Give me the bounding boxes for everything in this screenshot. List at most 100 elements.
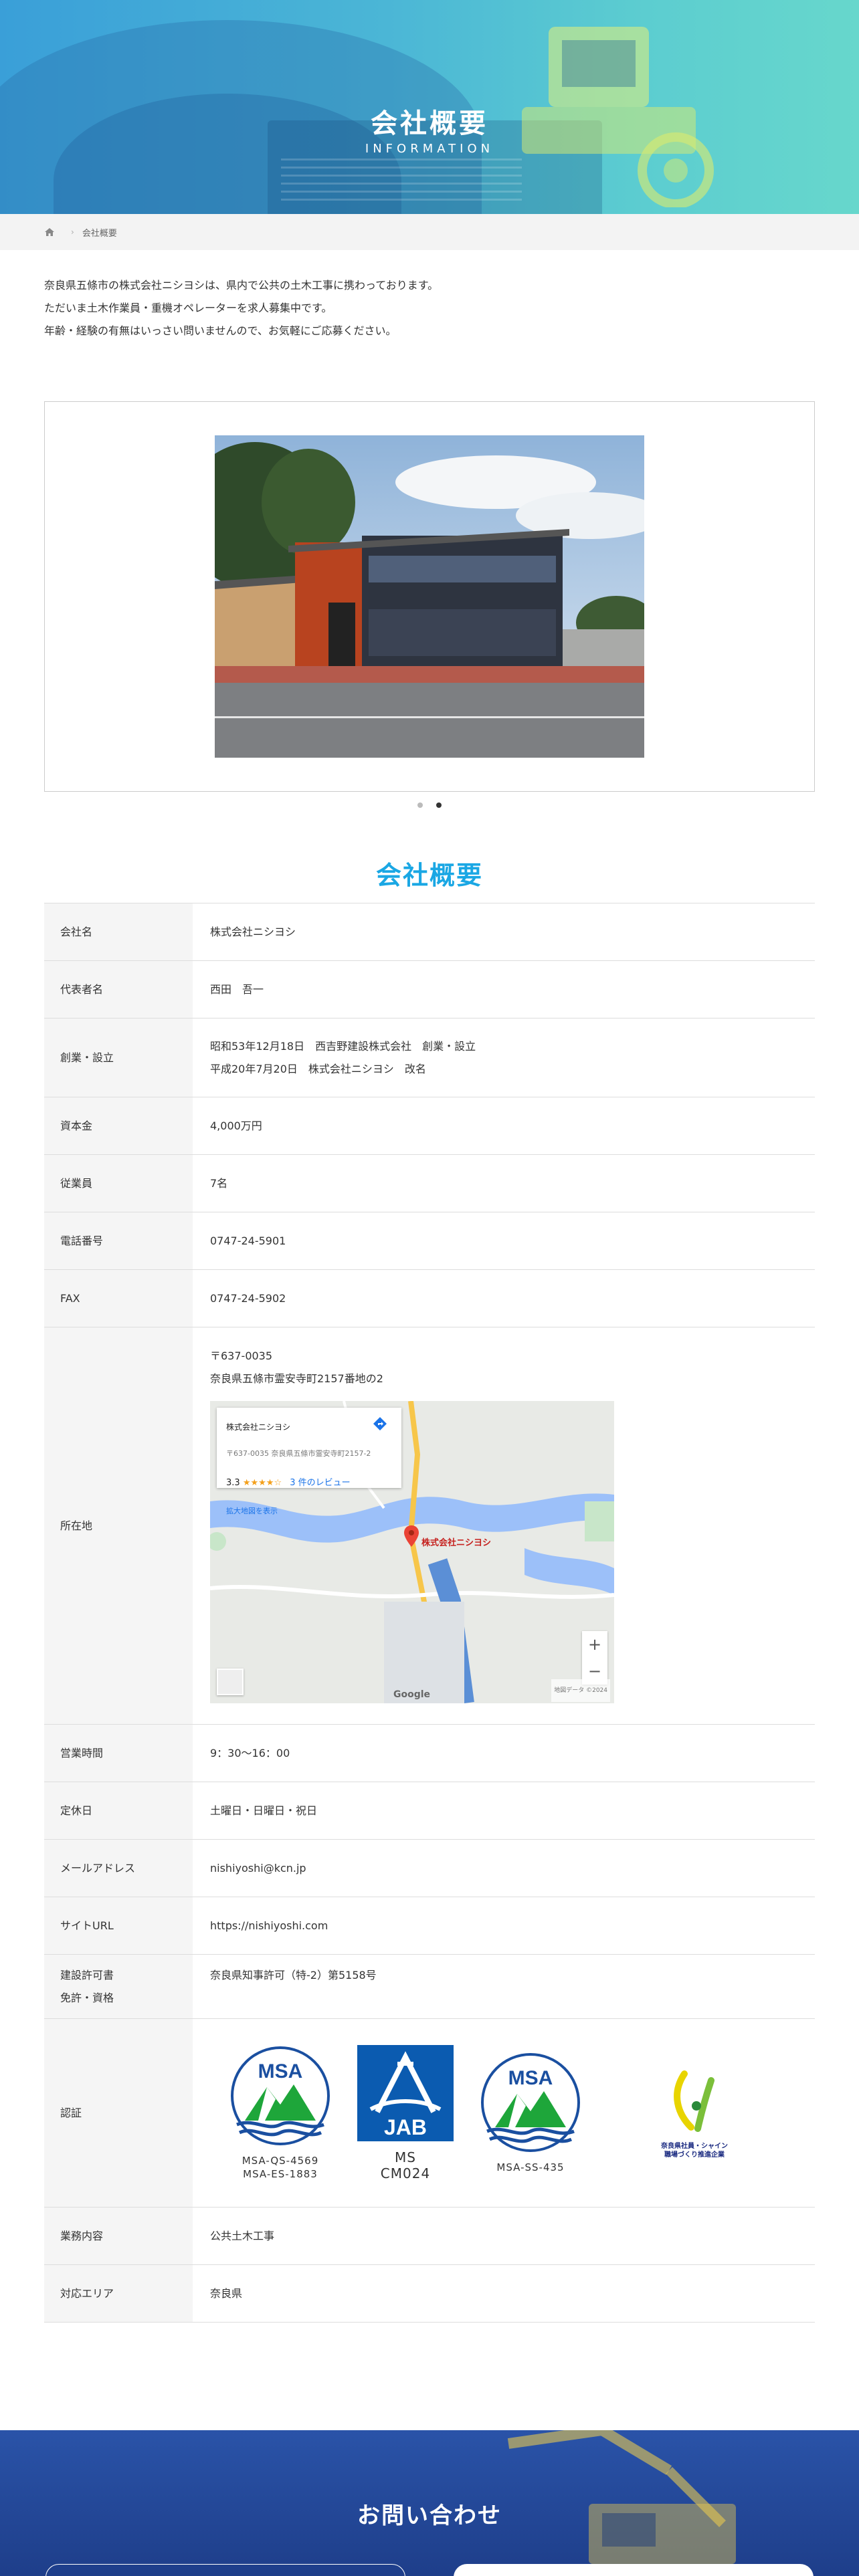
address-line: 奈良県五條市霊安寺町2157番地の2 — [210, 1372, 383, 1385]
hero-banner: 会社概要 INFORMATION — [0, 0, 859, 214]
cert-caption: MSA-SS-435 — [496, 2161, 565, 2173]
contact-section: お問い合わせ — [0, 2430, 859, 2576]
map-card-name: 株式会社ニシヨシ — [226, 1422, 291, 1432]
msa-logo-icon: MSA — [231, 2046, 330, 2145]
contact-form-button[interactable] — [454, 2564, 814, 2576]
msa-logo-text: MSA — [258, 2060, 303, 2082]
table-row: 代表者名 西田 吾一 — [44, 961, 815, 1018]
rating-stars-icon: ★★★★☆ — [242, 1478, 282, 1488]
intro-line: ただいま土木作業員・重機オペレーターを求人募集中です。 — [44, 302, 332, 314]
row-value: 9：30〜16：00 — [210, 1746, 290, 1759]
intro-line: 奈良県五條市の株式会社ニシヨシは、県内で公共の土木工事に携わっております。 — [44, 279, 439, 292]
row-label: 業務内容 — [44, 2208, 193, 2264]
row-label: 電話番号 — [44, 1212, 193, 1269]
map-pin-icon[interactable] — [404, 1525, 419, 1547]
row-value: 株式会社ニシヨシ — [210, 925, 296, 938]
hero-roller-stripes — [281, 154, 522, 201]
msa-cert-1: MSA MSA-QS-4569 MSA-ES-1883 — [230, 2046, 330, 2181]
contact-title: お問い合わせ — [357, 2502, 502, 2529]
office-building-photo — [215, 435, 644, 758]
row-value: 4,000万円 — [210, 1119, 262, 1132]
table-row: 認証 MSA MSA-QS-4569 MSA-ES-1883 JAB MS CM… — [44, 2019, 815, 2208]
table-row: 対応エリア 奈良県 — [44, 2265, 815, 2323]
larger-map-link[interactable]: 拡大地図を表示 — [226, 1500, 392, 1523]
zoom-in-button[interactable]: + — [588, 1633, 601, 1656]
cert-caption: MS — [395, 2149, 416, 2165]
table-row: メールアドレス nishiyoshi@kcn.jp — [44, 1840, 815, 1897]
founded-line: 平成20年7月20日 株式会社ニシヨシ 改名 — [210, 1062, 426, 1075]
table-row: 業務内容 公共土木工事 — [44, 2208, 815, 2265]
row-value: 0747-24-5902 — [210, 1291, 286, 1305]
slider-dot-active[interactable] — [436, 802, 442, 808]
cert-caption: 職場づくり推進企業 — [664, 2151, 725, 2159]
table-row: 電話番号 0747-24-5901 — [44, 1212, 815, 1270]
row-value: 公共土木工事 — [210, 2229, 275, 2242]
map-zoom-controls: + − — [582, 1631, 607, 1685]
rating-value: 3.3 — [226, 1478, 240, 1488]
page-subtitle: INFORMATION — [365, 142, 494, 156]
row-label: サイトURL — [44, 1897, 193, 1954]
msa-logo-icon: MSA — [481, 2052, 580, 2152]
phone-value[interactable]: 0747-24-5901 — [193, 1212, 815, 1269]
page-title: 会社概要 — [371, 108, 488, 139]
map-card-rating: 3.3 ★★★★☆ 3 件のレビュー — [226, 1472, 392, 1495]
row-label: 対応エリア — [44, 2265, 193, 2322]
home-icon[interactable] — [44, 227, 55, 237]
row-label: 会社名 — [44, 903, 193, 960]
row-label: 定休日 — [44, 1782, 193, 1839]
shine-logo-icon — [674, 2070, 714, 2132]
office-building-image — [215, 435, 644, 758]
intro-line: 年齢・経験の有無はいっさい問いませんので、お気軽にご応募ください。 — [44, 324, 397, 337]
row-label: FAX — [44, 1270, 193, 1327]
intro-text: 奈良県五條市の株式会社ニシヨシは、県内で公共の土木工事に携わっております。 ただ… — [44, 274, 814, 342]
review-count-link[interactable]: 3 件のレビュー — [290, 1478, 350, 1488]
contact-phone-button[interactable] — [45, 2564, 405, 2576]
row-label: 創業・設立 — [44, 1018, 193, 1097]
row-label: 営業時間 — [44, 1725, 193, 1782]
row-label: 資本金 — [44, 1097, 193, 1154]
table-row: FAX 0747-24-5902 — [44, 1270, 815, 1327]
site-url-value[interactable]: https://nishiyoshi.com — [193, 1897, 815, 1954]
row-label-line: 免許・資格 — [60, 1992, 114, 2004]
photo-slider[interactable] — [44, 401, 815, 792]
table-row: 従業員 7名 — [44, 1155, 815, 1212]
company-info-table: 会社名 株式会社ニシヨシ 代表者名 西田 吾一 創業・設立 昭和53年12月18… — [44, 903, 815, 2323]
directions-icon[interactable] — [372, 1416, 388, 1432]
row-value: 奈良県知事許可（特-2）第5158号 — [210, 1969, 377, 1981]
row-value: 〒637-0035 奈良県五條市霊安寺町2157番地の2 株式会社ニシヨシ 株式… — [193, 1327, 815, 1724]
chevron-right-icon: › — [71, 227, 74, 237]
table-row: 定休日 土曜日・日曜日・祝日 — [44, 1782, 815, 1840]
row-value: 7名 — [210, 1176, 228, 1190]
slider-dot[interactable] — [417, 802, 423, 808]
map-card-address: 〒637-0035 奈良県五條市霊安寺町2157-2 — [226, 1449, 371, 1458]
row-label: メールアドレス — [44, 1840, 193, 1897]
google-map[interactable]: 株式会社ニシヨシ 株式会社ニシヨシ 〒637-0035 奈良県五條市霊安寺町21… — [210, 1401, 614, 1703]
row-label-line: 建設許可書 — [60, 1969, 114, 1981]
table-row: 所在地 〒637-0035 奈良県五條市霊安寺町2157番地の2 株式会社ニシヨ… — [44, 1327, 815, 1725]
cert-caption: MSA-ES-1883 — [243, 2167, 318, 2180]
certification-logos: MSA MSA-QS-4569 MSA-ES-1883 JAB MS CM024… — [193, 2019, 815, 2207]
row-value: 土曜日・日曜日・祝日 — [210, 1804, 318, 1817]
cert-caption: 奈良県社員・シャイン — [661, 2142, 728, 2150]
jab-cert: JAB MS CM024 — [357, 2044, 454, 2181]
row-label: 認証 — [44, 2019, 193, 2207]
row-label: 所在地 — [44, 1327, 193, 1724]
row-label: 代表者名 — [44, 961, 193, 1018]
table-row: 会社名 株式会社ニシヨシ — [44, 903, 815, 961]
email-value[interactable]: nishiyoshi@kcn.jp — [193, 1840, 815, 1897]
map-attribution[interactable]: 地図データ ©2024 — [551, 1679, 610, 1702]
cert-list: MSA MSA-QS-4569 MSA-ES-1883 JAB MS CM024… — [210, 2044, 815, 2181]
table-row: 創業・設立 昭和53年12月18日 西吉野建設株式会社 創業・設立 平成20年7… — [44, 1018, 815, 1097]
section-title: 会社概要 — [375, 861, 483, 890]
map-type-toggle[interactable] — [217, 1669, 244, 1695]
row-value: 西田 吾一 — [210, 982, 264, 996]
breadcrumb: › 会社概要 — [0, 214, 859, 250]
cert-caption: MSA-QS-4569 — [242, 2154, 319, 2167]
breadcrumb-current: 会社概要 — [82, 228, 117, 239]
shine-cert: 奈良県社員・シャイン 職場づくり推進企業 — [661, 2067, 728, 2159]
map-pin-label: 株式会社ニシヨシ — [421, 1538, 492, 1548]
msa-cert-2: MSA MSA-SS-435 — [480, 2052, 581, 2174]
jab-logo-icon: JAB — [357, 2044, 454, 2141]
row-value: 奈良県 — [210, 2286, 243, 2300]
msa-logo-text: MSA — [508, 2067, 553, 2089]
